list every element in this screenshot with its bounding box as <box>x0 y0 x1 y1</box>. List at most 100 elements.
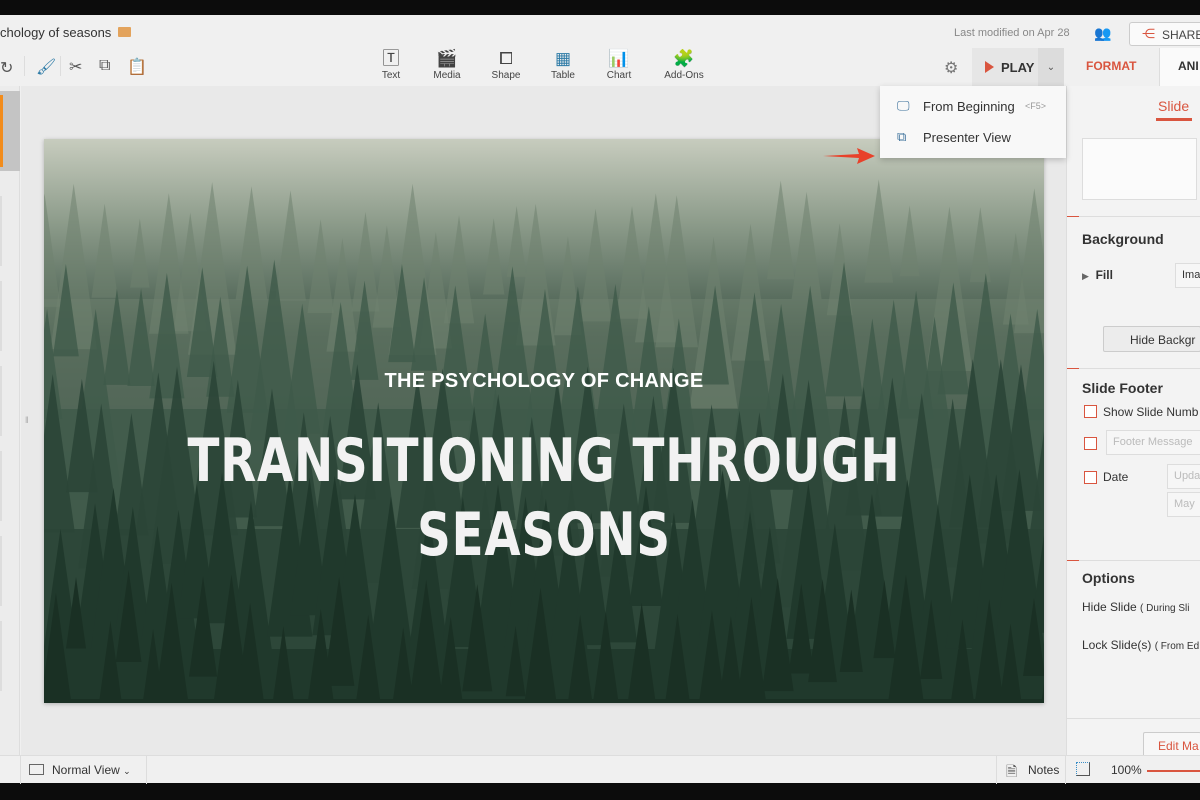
view-mode-select[interactable]: Normal View ⌄ <box>20 756 147 784</box>
slide-thumbnails-panel <box>0 86 20 755</box>
tree-shape <box>766 180 795 280</box>
folder-icon[interactable] <box>118 27 131 37</box>
share-label: SHARE <box>1162 28 1200 42</box>
tree-shape <box>275 190 306 301</box>
slide-layout-preview[interactable] <box>1082 138 1197 200</box>
clapperboard-icon: 🎬 <box>436 49 458 68</box>
copy-icon[interactable]: ⧉ <box>99 57 110 75</box>
toolbar: ↻ 🖌 ✂ ⧉ 📋 🅃 Text 🎬 Media ⧠ Shape ▦ Table 📊 Ch… <box>0 48 1066 86</box>
cut-icon[interactable]: ✂ <box>69 57 82 77</box>
slide-thumbnail-selected[interactable] <box>0 91 20 171</box>
tree-shape <box>791 191 822 300</box>
format-panel: Slide Background ▶ Fill Ima Hide Backgr … <box>1066 86 1200 758</box>
resize-handle[interactable]: ‖ <box>25 415 29 425</box>
slide-subtitle[interactable]: THE PSYCHOLOGY OF CHANGE <box>44 370 1044 393</box>
tree-shape <box>899 205 920 277</box>
tool-media[interactable]: 🎬 Media <box>422 48 472 81</box>
view-label: Normal View <box>52 763 120 777</box>
play-button[interactable]: PLAY ⌄ <box>972 48 1064 86</box>
bar-chart-icon: 📊 <box>608 49 630 68</box>
hide-slide-option[interactable]: Hide Slide ( During Sli <box>1082 600 1200 614</box>
tree-shape <box>483 218 505 295</box>
date-mode-select[interactable]: Upda <box>1167 464 1200 489</box>
slide-footer-heading: Slide Footer <box>1082 380 1163 396</box>
tool-label: Shape <box>491 70 521 81</box>
tool-add-ons[interactable]: 🧩 Add-Ons <box>659 48 709 81</box>
play-label: PLAY <box>1001 60 1035 75</box>
fill-toggle[interactable]: ▶ Fill <box>1082 268 1113 282</box>
tab-animate[interactable]: ANI <box>1159 48 1200 86</box>
footer-message-checkbox[interactable] <box>1084 437 1097 450</box>
collaborators-icon[interactable]: 👥 <box>1094 25 1111 42</box>
divider <box>1067 216 1200 217</box>
tab-format[interactable]: FORMAT <box>1086 59 1136 73</box>
footer-message-input[interactable]: Footer Message <box>1106 430 1200 455</box>
paste-icon[interactable]: 📋 <box>127 57 147 77</box>
slide-thumbnail[interactable] <box>0 536 2 606</box>
tree-shape <box>91 203 118 298</box>
slide-thumbnail[interactable] <box>0 281 2 351</box>
projector-icon: 🖵 <box>897 98 910 113</box>
tree-shape <box>130 218 150 288</box>
divider <box>1067 718 1200 719</box>
redo-icon[interactable]: ↻ <box>0 58 13 78</box>
tool-label: Table <box>551 70 575 81</box>
title-line: SEASONS <box>417 500 671 570</box>
play-dropdown-chevron-icon[interactable]: ⌄ <box>1038 48 1064 86</box>
play-icon <box>985 61 994 73</box>
play-dropdown-menu: 🖵 From Beginning <F5> ⧉ Presenter View <box>880 86 1066 158</box>
divider <box>24 56 25 76</box>
last-modified: Last modified on Apr 28 <box>954 27 1070 39</box>
presenter-view-icon: ⧉ <box>897 129 907 144</box>
divider <box>1067 560 1200 561</box>
share-button[interactable]: ⋲ SHARE <box>1129 22 1200 46</box>
forest-background-image <box>44 179 1044 703</box>
tool-label: Text <box>381 70 401 81</box>
tree-shape <box>235 186 268 300</box>
options-heading: Options <box>1082 570 1135 586</box>
tree-shape <box>969 207 991 283</box>
document-title[interactable]: chology of seasons <box>0 25 111 40</box>
zoom-slider[interactable] <box>1147 770 1200 772</box>
slide[interactable]: THE PSYCHOLOGY OF CHANGE TRANSITIONING T… <box>44 139 1044 703</box>
rehearse-timer-icon[interactable]: ⚙ <box>944 58 958 78</box>
presentation-app: chology of seasons Last modified on Apr … <box>0 15 1200 784</box>
tool-label: Add-Ons <box>664 70 704 81</box>
table-icon: ▦ <box>554 49 572 68</box>
slide-thumbnail[interactable] <box>0 366 2 436</box>
tool-shape[interactable]: ⧠ Shape <box>481 48 531 81</box>
zoom-level[interactable]: 100% <box>1111 763 1142 777</box>
slide-title[interactable]: TRANSITIONING THROUGH SEASONS <box>154 424 934 572</box>
menu-item-from-beginning[interactable]: 🖵 From Beginning <F5> <box>880 91 1066 121</box>
tool-text[interactable]: 🅃 Text <box>366 48 416 81</box>
fit-to-screen-icon[interactable] <box>1076 762 1090 776</box>
header: chology of seasons Last modified on Apr … <box>0 15 1200 48</box>
tree-shape <box>44 193 61 307</box>
lock-slide-option[interactable]: Lock Slide(s) ( From Ed <box>1082 638 1200 652</box>
share-icon: ⋲ <box>1142 26 1155 41</box>
tool-table[interactable]: ▦ Table <box>538 48 588 81</box>
slide-thumbnail[interactable] <box>0 451 2 521</box>
slide-thumbnail[interactable] <box>0 196 2 266</box>
tree-shape <box>864 179 894 283</box>
tool-chart[interactable]: 📊 Chart <box>594 48 644 81</box>
subtab-slide[interactable]: Slide <box>1156 98 1192 121</box>
slide-thumbnail[interactable] <box>0 621 2 691</box>
notes-icon: 🗎 <box>1006 763 1018 779</box>
format-painter-icon[interactable]: 🖌 <box>36 57 56 77</box>
normal-view-icon <box>29 764 44 775</box>
date-format-select[interactable]: May <box>1167 492 1200 517</box>
show-slide-number-label: Show Slide Numb <box>1103 405 1199 419</box>
menu-item-presenter-view[interactable]: ⧉ Presenter View <box>880 122 1066 152</box>
selection-indicator <box>0 95 3 167</box>
date-label: Date <box>1103 470 1129 484</box>
date-checkbox[interactable] <box>1084 471 1097 484</box>
slide-canvas: ‖ THE PSYCHOLOGY OF CHANGE TRANSITIONING… <box>21 86 1066 755</box>
puzzle-icon: 🧩 <box>673 49 695 68</box>
menu-item-label: Presenter View <box>923 130 1011 145</box>
notes-button[interactable]: 🗎 Notes <box>996 756 1066 784</box>
show-slide-number-checkbox[interactable] <box>1084 405 1097 418</box>
fill-type-select[interactable]: Ima <box>1175 263 1200 288</box>
shape-icon: ⧠ <box>499 49 513 68</box>
hide-background-button[interactable]: Hide Backgr <box>1103 326 1200 352</box>
